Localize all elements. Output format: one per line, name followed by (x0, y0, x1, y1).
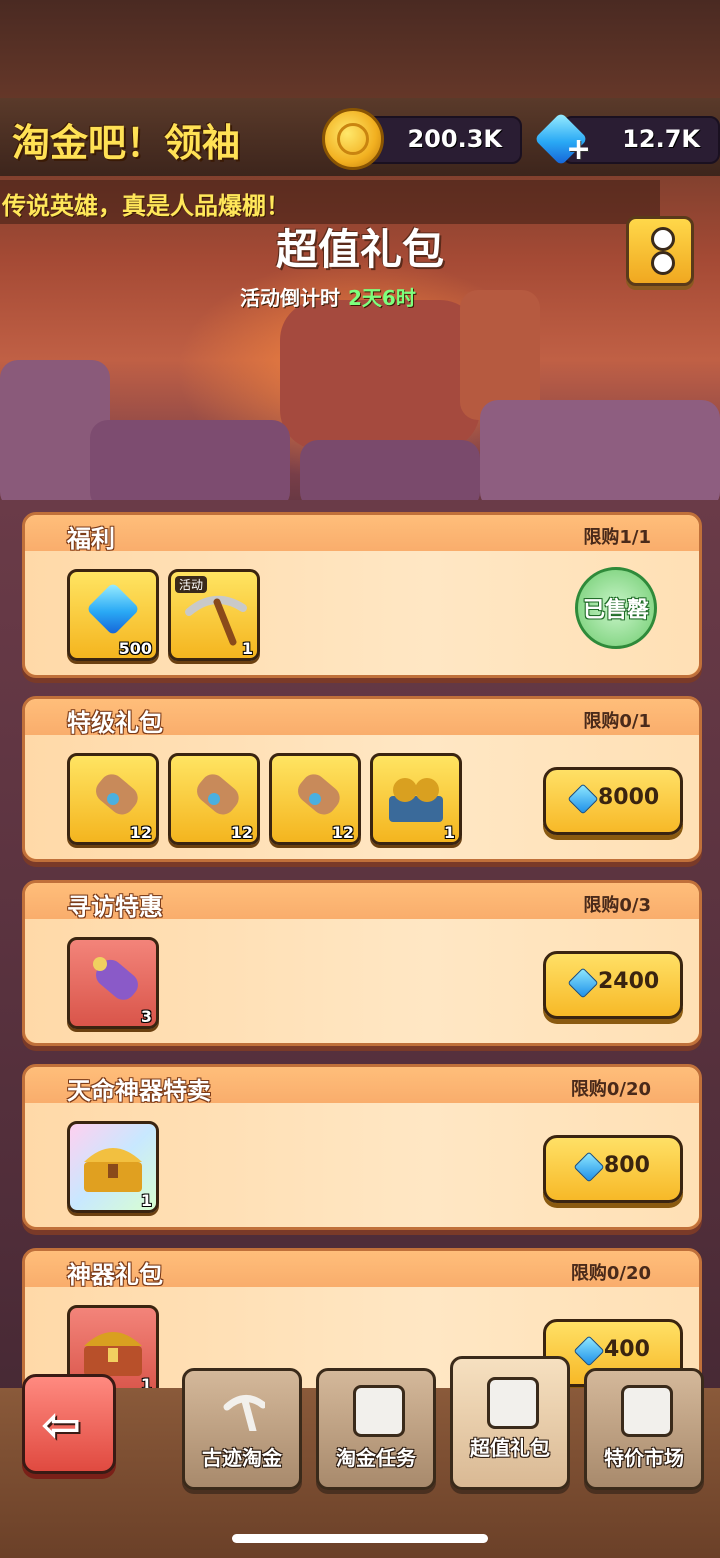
tab-ruins-gold[interactable]: 古迹淘金 (182, 1368, 302, 1490)
tab-special-market[interactable]: 特价市场 (584, 1368, 704, 1490)
shop-icon (621, 1385, 673, 1437)
rock-left-2 (90, 420, 290, 510)
purchase-limit: 限购0/3 (583, 895, 651, 916)
purchase-limit: 限购0/1 (583, 711, 651, 732)
rock-right (480, 400, 720, 510)
purchase-limit: 限购0/20 (570, 1079, 651, 1100)
tab-label: 淘金任务 (336, 1446, 416, 1470)
purchase-limit: 限购0/20 (570, 1263, 651, 1284)
gem-icon (573, 1335, 605, 1367)
reward-item-purple-scroll[interactable]: 3 (67, 937, 159, 1029)
pack-title: 特级礼包 (67, 709, 163, 737)
tab-label: 超值礼包 (470, 1436, 550, 1460)
info-icon (651, 227, 675, 251)
event-countdown: 活动倒计时 2天6时 (240, 282, 416, 311)
gift-box-icon (487, 1377, 539, 1429)
gold-coin-icon (322, 108, 384, 170)
price-label: 8000 (598, 785, 660, 810)
add-gem-icon[interactable]: + (566, 132, 591, 167)
buy-button[interactable]: 8000 (543, 767, 683, 835)
back-button[interactable]: ⇦ (22, 1374, 116, 1474)
item-qty: 1 (241, 639, 253, 658)
price-label: 800 (604, 1153, 650, 1178)
pack-title: 天命神器特卖 (67, 1077, 211, 1105)
sold-out-label: 已售罄 (582, 598, 649, 623)
price-label: 2400 (598, 969, 660, 994)
tab-label: 特价市场 (604, 1446, 684, 1470)
tab-value-packs[interactable]: 超值礼包 (450, 1356, 570, 1490)
reward-item-pickaxe[interactable]: 活动 1 (168, 569, 260, 661)
pack-card-destiny-artifact: 天命神器特卖 限购0/20 1 800 (22, 1064, 702, 1230)
item-qty: 12 (230, 823, 253, 842)
gem-icon (86, 582, 140, 636)
item-qty: 12 (331, 823, 354, 842)
gem-amount: 12.7K (622, 125, 700, 153)
reward-item-mask-chest[interactable]: 1 (370, 753, 462, 845)
pack-title: 神器礼包 (67, 1261, 163, 1289)
page-title: 超值礼包 (275, 225, 444, 274)
purchase-limit: 限购1/1 (583, 527, 651, 548)
reward-item-scroll[interactable]: 12 (269, 753, 361, 845)
golem-silhouette (280, 300, 480, 450)
gem-icon (567, 783, 599, 815)
item-qty: 500 (118, 639, 152, 658)
reward-item-scroll[interactable]: 12 (168, 753, 260, 845)
sold-out-badge: 已售罄 (575, 567, 657, 649)
home-indicator[interactable] (232, 1534, 488, 1543)
gold-amount: 200.3K (407, 125, 502, 153)
pickaxe-icon (223, 1395, 265, 1431)
reward-item-scroll[interactable]: 12 (67, 753, 159, 845)
item-qty: 1 (443, 823, 455, 842)
price-label: 400 (604, 1337, 650, 1362)
back-arrow-icon: ⇦ (41, 1397, 82, 1453)
reward-item-gem[interactable]: 500 (67, 569, 159, 661)
info-button[interactable] (626, 216, 694, 286)
gem-icon (567, 967, 599, 999)
item-qty: 3 (140, 1007, 152, 1026)
pack-card-welfare: 福利 限购1/1 500 活动 1 已售罄 (22, 512, 702, 678)
pack-title: 寻访特惠 (67, 893, 163, 921)
pack-card-premium: 特级礼包 限购0/1 12 12 12 1 8000 (22, 696, 702, 862)
tab-label: 古迹淘金 (202, 1446, 282, 1470)
item-qty: 12 (129, 823, 152, 842)
buy-button[interactable]: 800 (543, 1135, 683, 1203)
game-title: 淘金吧！领袖 (12, 121, 241, 165)
pack-title: 福利 (67, 525, 115, 553)
countdown-label: 活动倒计时 (240, 286, 340, 310)
clipboard-icon (353, 1385, 405, 1437)
reward-item-golden-chest[interactable]: 1 (67, 1121, 159, 1213)
item-qty: 1 (140, 1191, 152, 1210)
gem-icon (573, 1151, 605, 1183)
tab-gold-quests[interactable]: 淘金任务 (316, 1368, 436, 1490)
countdown-value: 2天6时 (348, 286, 416, 310)
pack-card-recruit: 寻访特惠 限购0/3 3 2400 (22, 880, 702, 1046)
buy-button[interactable]: 2400 (543, 951, 683, 1019)
